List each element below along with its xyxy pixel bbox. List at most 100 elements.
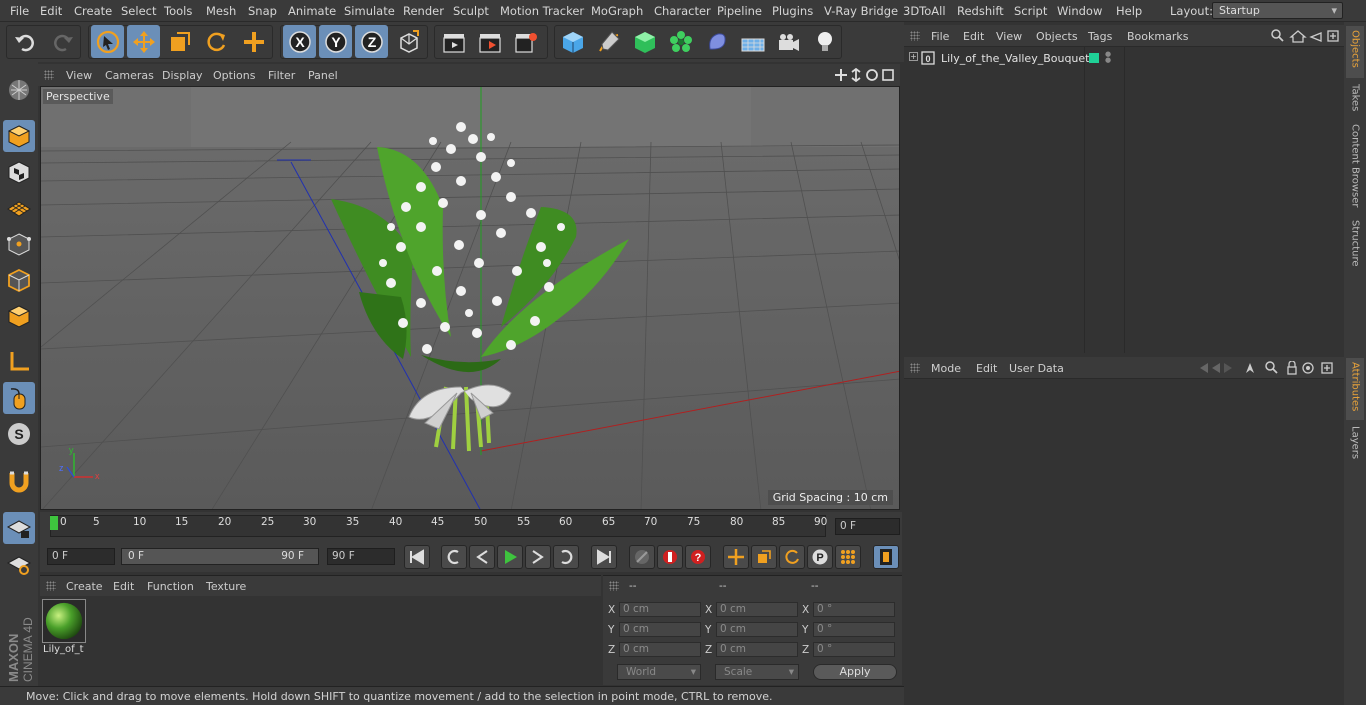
undo-button[interactable] [9, 25, 42, 58]
material-menu-function[interactable]: Function [147, 580, 194, 593]
coord-mode-dropdown[interactable]: World ▾ [617, 664, 701, 680]
make-editable-button[interactable] [3, 74, 35, 106]
tweak-mode-button[interactable] [3, 382, 35, 414]
menu-window[interactable]: Window [1057, 4, 1102, 18]
menu-plugins[interactable]: Plugins [772, 4, 813, 18]
menu-animate[interactable]: Animate [288, 4, 336, 18]
axis-mode-button[interactable] [3, 346, 35, 378]
rotation-h-field[interactable]: 0 ° [813, 602, 895, 617]
object-row[interactable]: + 0 Lily_of_the_Valley_Bouquet ● ● [904, 49, 1344, 67]
camera-label[interactable]: Perspective [43, 89, 113, 104]
menu-select[interactable]: Select [121, 4, 156, 18]
material-name[interactable]: Lily_of_t [43, 644, 84, 655]
go-to-start-button[interactable] [404, 545, 430, 569]
previous-frame-button[interactable] [469, 545, 495, 569]
viewport-menu-filter[interactable]: Filter [268, 69, 295, 82]
next-frame-button[interactable] [525, 545, 551, 569]
viewport-menu-options[interactable]: Options [213, 69, 255, 82]
menu-mograph[interactable]: MoGraph [591, 4, 643, 18]
expand-plus-icon[interactable]: + [909, 52, 918, 61]
visibility-dots-icon[interactable]: ● ● [1105, 51, 1111, 64]
object-menu-view[interactable]: View [996, 30, 1022, 43]
cube-object-button[interactable] [556, 25, 589, 58]
menu-character[interactable]: Character [654, 4, 711, 18]
position-y-field[interactable]: 0 cm [619, 622, 701, 637]
menu-help[interactable]: Help [1116, 4, 1142, 18]
autokeying-button[interactable]: ? [685, 545, 711, 569]
tab-attributes[interactable]: Attributes [1346, 358, 1364, 420]
light-object-button[interactable] [808, 25, 841, 58]
rotation-b-field[interactable]: 0 ° [813, 642, 895, 657]
render-picture-viewer-button[interactable] [473, 25, 506, 58]
viewport-nav-icons[interactable] [834, 68, 896, 82]
frame-range-slider[interactable]: 0 F 90 F [121, 548, 319, 565]
menu-snap[interactable]: Snap [248, 4, 277, 18]
menu-simulate[interactable]: Simulate [344, 4, 395, 18]
start-frame-field[interactable]: 0 F [47, 548, 115, 565]
tab-takes[interactable]: Takes [1346, 80, 1364, 116]
rotate-tool-button[interactable] [199, 25, 232, 58]
subdivision-surface-button[interactable] [628, 25, 661, 58]
material-menu-create[interactable]: Create [66, 580, 103, 593]
object-menu-tags[interactable]: Tags [1088, 30, 1112, 43]
timeline-ruler[interactable]: 0 5 10 15 20 25 30 35 40 45 50 55 60 65 … [40, 512, 902, 542]
layer-color-tag[interactable] [1089, 53, 1099, 63]
tab-content-browser[interactable]: Content Browser [1346, 120, 1364, 212]
deformer-button[interactable] [700, 25, 733, 58]
layout-select[interactable]: Startup [1212, 2, 1343, 19]
attribute-menu-edit[interactable]: Edit [976, 362, 997, 375]
viewport-menu-panel[interactable]: Panel [308, 69, 338, 82]
spline-pen-button[interactable] [592, 25, 625, 58]
coord-scale-dropdown[interactable]: Scale ▾ [715, 664, 799, 680]
record-point-level-button[interactable] [835, 545, 861, 569]
material-menu-edit[interactable]: Edit [113, 580, 134, 593]
workplane-mode-button[interactable] [3, 192, 35, 224]
viewport-menu-display[interactable]: Display [162, 69, 203, 82]
material-menu-texture[interactable]: Texture [206, 580, 246, 593]
record-disabled-button[interactable] [629, 545, 655, 569]
redo-button[interactable] [45, 25, 78, 58]
planar-workplane-button[interactable] [3, 548, 35, 580]
scale-tool-button[interactable] [163, 25, 196, 58]
camera-object-button[interactable] [772, 25, 805, 58]
previous-keyframe-button[interactable] [441, 545, 467, 569]
menu-redshift[interactable]: Redshift [957, 4, 1004, 18]
z-axis-button[interactable]: Z [355, 25, 388, 58]
tab-objects[interactable]: Objects [1346, 26, 1364, 78]
tab-structure[interactable]: Structure [1346, 216, 1364, 272]
tab-layers[interactable]: Layers [1346, 422, 1364, 464]
attribute-menu-user-data[interactable]: User Data [1009, 362, 1064, 375]
object-toolbar-icons[interactable] [1271, 29, 1341, 43]
rotation-p-field[interactable]: 0 ° [813, 622, 895, 637]
object-menu-file[interactable]: File [931, 30, 949, 43]
play-button[interactable] [497, 545, 523, 569]
material-thumbnail[interactable] [42, 599, 86, 643]
snap-button[interactable] [3, 466, 35, 498]
3d-viewport[interactable]: y z x Perspective Grid Spacing : 10 cm [40, 86, 900, 510]
x-axis-button[interactable]: X [283, 25, 316, 58]
attribute-menu-mode[interactable]: Mode [931, 362, 961, 375]
size-y-field[interactable]: 0 cm [716, 622, 798, 637]
object-menu-bookmarks[interactable]: Bookmarks [1127, 30, 1188, 43]
size-x-field[interactable]: 0 cm [716, 602, 798, 617]
live-selection-button[interactable] [91, 25, 124, 58]
workplane-lock-button[interactable] [3, 512, 35, 544]
apply-button[interactable]: Apply [813, 664, 897, 680]
render-view-button[interactable] [437, 25, 470, 58]
coordinate-system-button[interactable] [392, 25, 425, 58]
floor-object-button[interactable] [736, 25, 769, 58]
menu-create[interactable]: Create [74, 4, 112, 18]
solo-mode-button[interactable]: S [3, 418, 35, 450]
record-parameter-button[interactable]: P [807, 545, 833, 569]
menu-edit[interactable]: Edit [40, 4, 62, 18]
object-name[interactable]: Lily_of_the_Valley_Bouquet [941, 52, 1090, 65]
position-z-field[interactable]: 0 cm [619, 642, 701, 657]
record-scale-button[interactable] [751, 545, 777, 569]
next-keyframe-button[interactable] [553, 545, 579, 569]
model-mode-button[interactable] [3, 120, 35, 152]
polygons-mode-button[interactable] [3, 300, 35, 332]
object-menu-objects[interactable]: Objects [1036, 30, 1078, 43]
size-z-field[interactable]: 0 cm [716, 642, 798, 657]
menu-tools[interactable]: Tools [164, 4, 192, 18]
menu-mesh[interactable]: Mesh [206, 4, 236, 18]
